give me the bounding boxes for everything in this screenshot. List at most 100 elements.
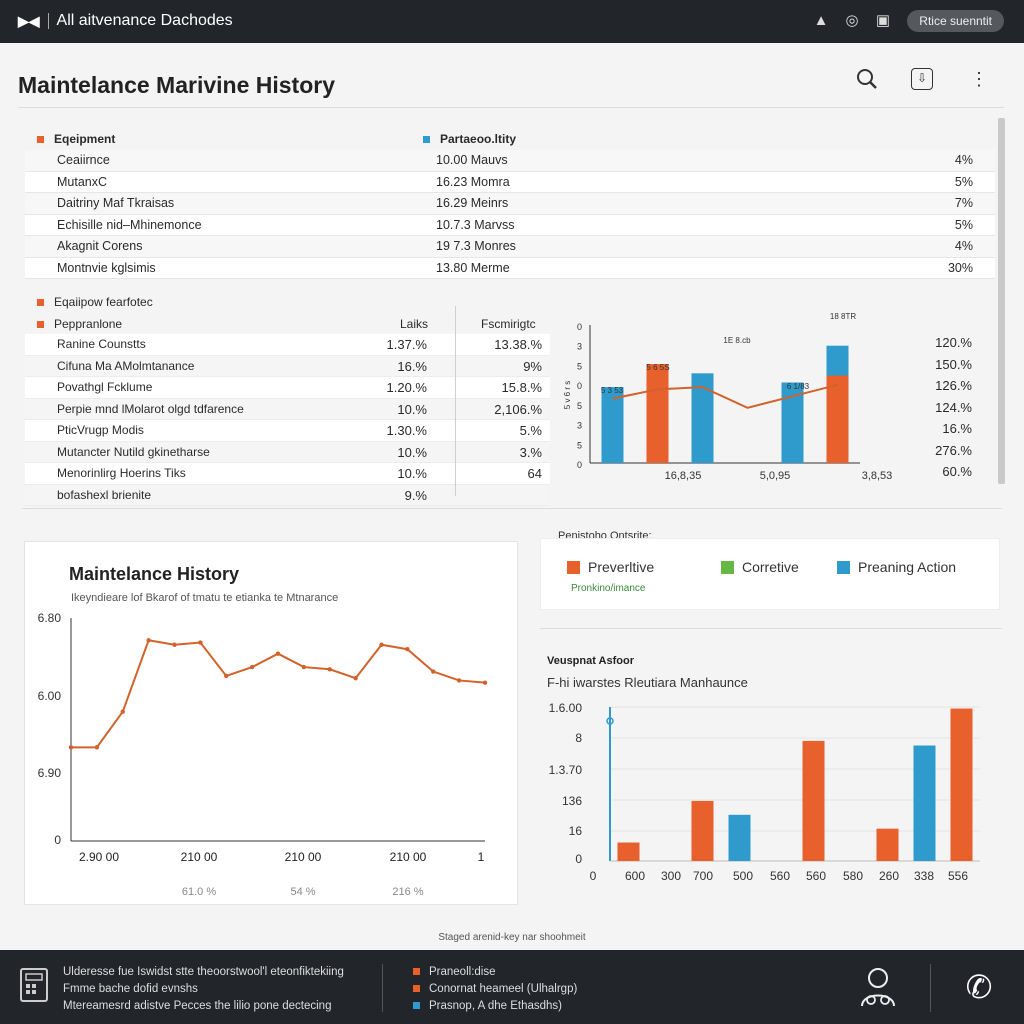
bottom-label: 61.0 %: [182, 886, 216, 898]
export-icon[interactable]: ⇩: [911, 68, 933, 90]
performance-table-header: Peppranlone Laiks Fscmirigtc: [25, 312, 550, 334]
y-axis-label: 5 v 6 r s: [563, 381, 572, 409]
footer-note-line: Mtereamesrd adistve Pecces the lilio pon…: [63, 1000, 332, 1012]
data-point: [327, 667, 332, 672]
app-logo-icon: ▶◀: [18, 12, 40, 29]
y-tick-label: 3: [577, 342, 582, 352]
image-caption: Staged arenid-key nar shoohmeit: [438, 932, 586, 943]
table-row[interactable]: bofashexl brienite 9.%: [25, 484, 550, 506]
y-tick-label: 0: [54, 833, 61, 847]
bar: [950, 708, 973, 861]
legend-item-preventive[interactable]: Preverltive: [567, 559, 654, 575]
app-brand[interactable]: ▶◀ All aitvenance Dachodes: [18, 12, 233, 30]
y-tick-label: 0: [577, 381, 582, 391]
top-action-button[interactable]: Rtice suenntit: [907, 10, 1004, 32]
row-b: 2,106.%: [494, 401, 542, 417]
brand-separator: [47, 13, 49, 29]
vertical-panel-subtitle: F-hi iwarstes Rleutiara Manhaunce: [547, 675, 748, 690]
bar: [826, 375, 849, 463]
x-tick-label: 0: [590, 869, 597, 883]
table-row[interactable]: Perpie mnd lMolarot olgd tdfarence 10.% 2,…: [25, 398, 550, 420]
table-scrollbar[interactable]: [998, 118, 1005, 484]
table-row[interactable]: Menorinlirg Hoerins Tiks 10.% 64: [25, 463, 550, 485]
phone-icon[interactable]: ✆: [960, 968, 998, 1006]
y-tick-label: 5: [577, 401, 582, 411]
legend-item-action[interactable]: Preaning Action: [837, 559, 956, 575]
table-row[interactable]: Mutancter Nutild gkinetharse 10.% 3.%: [25, 441, 550, 463]
row-a: 10.%: [397, 466, 427, 481]
column-header-fscmirigtc[interactable]: Fscmirigtc: [481, 317, 536, 331]
right-pct-value: 60.%: [942, 464, 972, 479]
legend-swatch: [837, 561, 850, 574]
data-point: [172, 642, 177, 647]
data-label: 6 1/83: [787, 382, 810, 391]
y-tick-label: 5: [577, 361, 582, 371]
table-row[interactable]: Echisille nid–Mhinemonce 10.7.3 Marvss 5%: [25, 214, 995, 236]
legend-panel: Preverltive Corretive Preaning Action Pr…: [540, 538, 1000, 610]
alert-icon[interactable]: ▲: [812, 12, 830, 30]
x-tick-label: 560: [770, 869, 790, 883]
table-row[interactable]: MutanxC 16.23 Momra 5%: [25, 171, 995, 193]
footer-notes: Ulderesse fue Iswidst stte theoorstwool'…: [63, 964, 344, 1015]
y-tick-label: 0: [577, 460, 582, 470]
bar: [913, 745, 936, 861]
document-icon[interactable]: [20, 968, 48, 1002]
maintenance-history-card: Maintelance History Ikeyndieare lof Bkar…: [24, 541, 518, 905]
data-point: [353, 676, 358, 681]
legend-swatch: [37, 321, 44, 329]
row-pct: 5%: [954, 217, 973, 232]
row-pct: 4%: [954, 239, 973, 253]
table-row[interactable]: Ceaiirnce 10.00 Mauvs 4%: [25, 150, 995, 172]
legend-partaeoo: Partaeoo.ltity: [423, 132, 516, 146]
row-name: Ranine Counstts: [57, 337, 146, 351]
x-tick-label: 600: [625, 869, 645, 883]
right-pct-value: 16.%: [942, 421, 972, 436]
legend-item-corrective[interactable]: Corretive: [721, 559, 799, 575]
row-a: 9.%: [404, 487, 427, 503]
bottom-label: 54 %: [290, 886, 315, 898]
settings-icon[interactable]: ◎: [843, 12, 861, 30]
x-tick-label: 2.90 00: [79, 850, 119, 864]
row-a: 1.30.%: [386, 423, 427, 438]
row-value: 16.29 Meinrs: [436, 196, 509, 210]
search-icon[interactable]: [856, 68, 878, 90]
table-row[interactable]: Cifuna Ma AMolmtanance 16.% 9%: [25, 355, 550, 377]
row-name: Perpie mnd lMolarot olgd tdfarence: [57, 401, 244, 416]
row-name: Cifuna Ma AMolmtanance: [57, 358, 195, 373]
data-point: [405, 647, 410, 652]
row-name: Menorinlirg Hoerins Tiks: [57, 466, 186, 480]
image-icon[interactable]: ▣: [874, 12, 892, 30]
more-options-icon[interactable]: ⋮: [968, 68, 990, 90]
y-tick-label: 6.00: [38, 689, 62, 703]
footer-legend-item: Conornat heameel (Ulhalrgp): [413, 981, 577, 998]
x-tick-label: 560: [806, 869, 826, 883]
y-tick-label: 1.6.00: [549, 701, 583, 715]
row-name: Mutancter Nutild gkinetharse: [57, 444, 210, 459]
row-a: 1.20.%: [386, 380, 427, 395]
table-row[interactable]: Montnvie kglsimis 13.80 Merme 30%: [25, 257, 995, 279]
table-row[interactable]: Akagnit Corens 19 7.3 Monres 4%: [25, 236, 995, 258]
page-title: Maintelance Marivine History: [18, 72, 335, 98]
footer-note-line: Ulderesse fue Iswidst stte theoorstwool'…: [63, 966, 344, 978]
y-tick-label: 8: [575, 731, 582, 745]
legend-subitem: Pronkino/imance: [571, 583, 646, 594]
equipment-table-header: Eqeipment Partaeoo.ltity: [25, 128, 995, 150]
right-pct-value: 124.%: [935, 399, 972, 415]
data-point: [275, 651, 281, 656]
footer-separator: [930, 964, 931, 1012]
data-label: 1E 8.cb: [723, 336, 751, 345]
table-row[interactable]: Povathgl Fcklume 1.20.% 15.8.%: [25, 377, 550, 399]
table-row[interactable]: Daitriny Maf Tkraisas 16.29 Meinrs 7%: [25, 193, 995, 215]
y-tick-label: 16: [569, 824, 583, 838]
column-header-laiks[interactable]: Laiks: [400, 317, 428, 331]
data-point: [224, 673, 229, 679]
x-tick-label: 338: [914, 869, 934, 883]
table-row[interactable]: PticVrugp Modis 1.30.% 5.%: [25, 420, 550, 442]
data-point: [68, 745, 74, 750]
user-group-icon[interactable]: [858, 966, 898, 1010]
row-name: bofashexl brienite: [57, 487, 152, 502]
footer-separator: [382, 964, 383, 1012]
row-b: 5.%: [519, 423, 542, 438]
row-name: MutanxC: [57, 174, 108, 189]
table-row[interactable]: Ranine Counstts 1.37.% 13.38.%: [25, 334, 550, 356]
